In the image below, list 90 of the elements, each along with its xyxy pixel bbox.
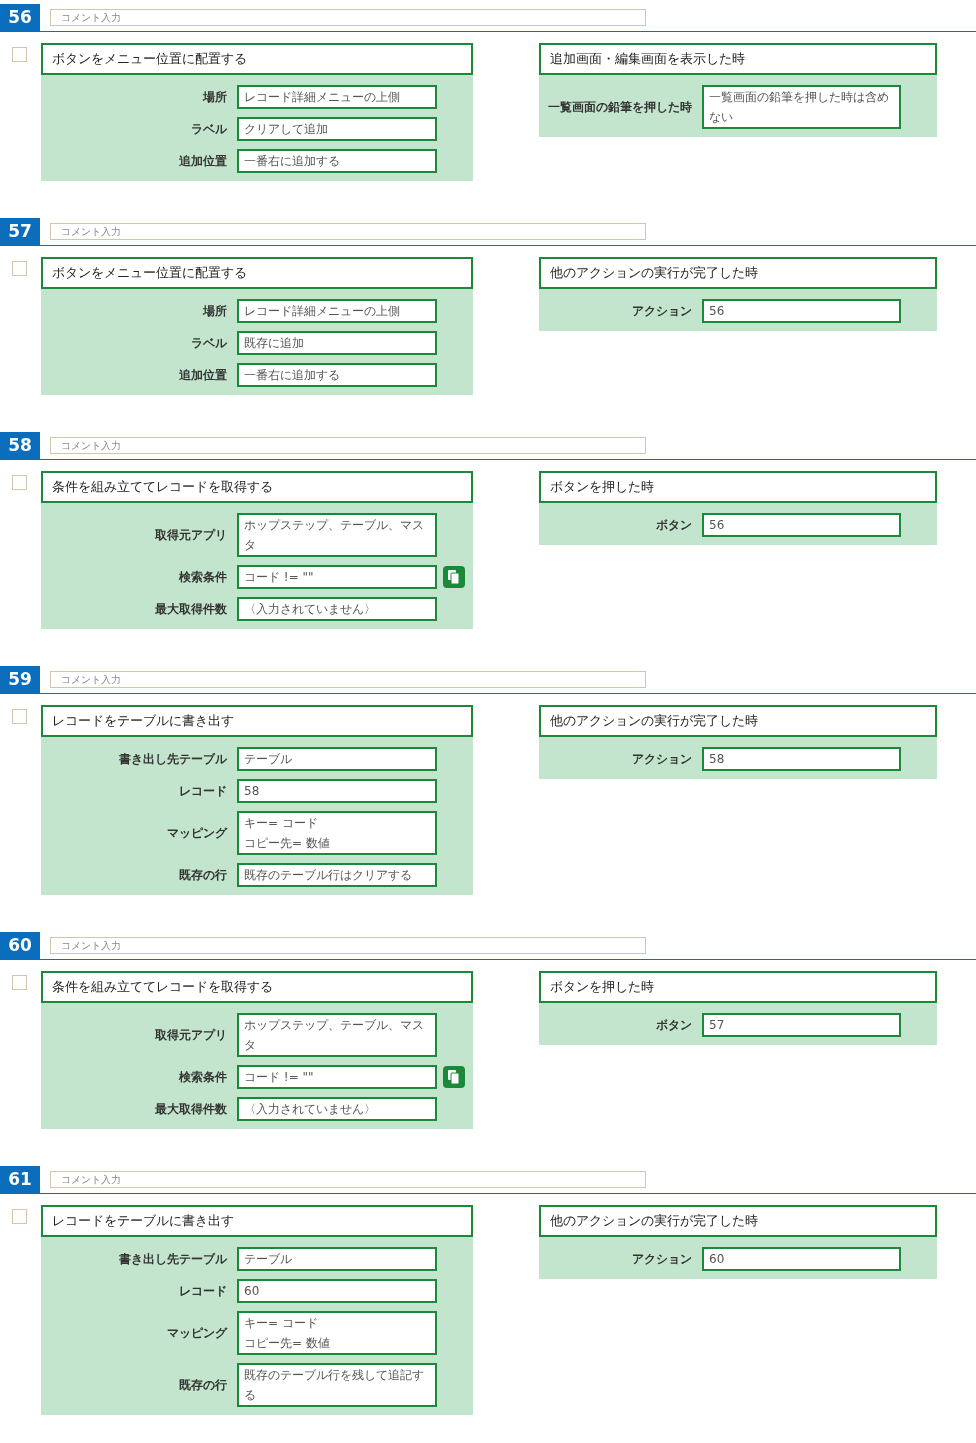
- field-label: 検索条件: [178, 1069, 228, 1086]
- card-title: 他のアクションの実行が完了した時: [539, 705, 937, 737]
- value-field[interactable]: テーブル: [237, 1247, 437, 1271]
- card-title: 他のアクションの実行が完了した時: [539, 1205, 937, 1237]
- step-number: 56: [0, 4, 40, 31]
- value-field[interactable]: キー= コード コピー先= 数値: [237, 1311, 437, 1355]
- field-label: レコード: [178, 783, 228, 800]
- field-line: コピー先= 数値: [244, 1335, 331, 1352]
- card-title: レコードをテーブルに書き出す: [41, 1205, 473, 1237]
- comment-field[interactable]: コメント入力: [50, 937, 646, 954]
- step-number: 57: [0, 218, 40, 245]
- value-field[interactable]: レコード詳細メニューの上側: [237, 299, 437, 323]
- card-title: ボタンを押した時: [539, 471, 937, 503]
- value-field[interactable]: 56: [702, 299, 901, 323]
- value-field[interactable]: 一番右に追加する: [237, 149, 437, 173]
- comment-field[interactable]: コメント入力: [50, 9, 646, 26]
- field-label: レコード: [178, 1283, 228, 1300]
- field-label: ボタン: [655, 1017, 693, 1034]
- card-title: ボタンを押した時: [539, 971, 937, 1003]
- comment-field[interactable]: コメント入力: [50, 223, 646, 240]
- value-field[interactable]: 既存のテーブル行はクリアする: [237, 863, 437, 887]
- field-label: 書き出し先テーブル: [118, 1251, 228, 1268]
- field-label: アクション: [631, 751, 693, 768]
- value-field[interactable]: 58: [702, 747, 901, 771]
- value-field[interactable]: ホップステップ、テーブル、マスタ: [237, 1013, 437, 1057]
- field-label: 場所: [201, 89, 228, 106]
- field-label: アクション: [631, 1251, 693, 1268]
- value-field[interactable]: 一番右に追加する: [237, 363, 437, 387]
- checkbox[interactable]: [12, 261, 27, 276]
- field-label: 取得元アプリ: [154, 1027, 228, 1044]
- value-field[interactable]: テーブル: [237, 747, 437, 771]
- field-label: 既存の行: [178, 1377, 228, 1394]
- comment-field[interactable]: コメント入力: [50, 1171, 646, 1188]
- value-field[interactable]: 一覧画面の鉛筆を押した時は含めない: [702, 85, 901, 129]
- step-number: 61: [0, 1166, 40, 1193]
- value-field[interactable]: 57: [702, 1013, 901, 1037]
- checkbox[interactable]: [12, 1209, 27, 1224]
- field-label: 検索条件: [178, 569, 228, 586]
- field-label: 書き出し先テーブル: [118, 751, 228, 768]
- value-field[interactable]: クリアして追加: [237, 117, 437, 141]
- field-label: 一覧画面の鉛筆を押した時: [547, 99, 693, 116]
- copy-button[interactable]: [443, 566, 465, 588]
- field-label: 既存の行: [178, 867, 228, 884]
- field-label: ボタン: [655, 517, 693, 534]
- field-label: 追加位置: [178, 153, 228, 170]
- value-field[interactable]: 58: [237, 779, 437, 803]
- step-number: 60: [0, 932, 40, 959]
- value-field[interactable]: ホップステップ、テーブル、マスタ: [237, 513, 437, 557]
- step-number: 59: [0, 666, 40, 693]
- field-line: キー= コード: [244, 815, 319, 832]
- field-line: キー= コード: [244, 1315, 319, 1332]
- value-field[interactable]: キー= コード コピー先= 数値: [237, 811, 437, 855]
- card-title: レコードをテーブルに書き出す: [41, 705, 473, 737]
- value-field[interactable]: 既存に追加: [237, 331, 437, 355]
- value-field[interactable]: 56: [702, 513, 901, 537]
- value-field[interactable]: レコード詳細メニューの上側: [237, 85, 437, 109]
- checkbox[interactable]: [12, 475, 27, 490]
- field-label: ラベル: [190, 121, 228, 138]
- field-label: マッピング: [166, 825, 229, 842]
- card-title: 他のアクションの実行が完了した時: [539, 257, 937, 289]
- card-title: 条件を組み立ててレコードを取得する: [41, 971, 473, 1003]
- card-title: ボタンをメニュー位置に配置する: [41, 43, 473, 75]
- comment-field[interactable]: コメント入力: [50, 437, 646, 454]
- field-label: アクション: [631, 303, 693, 320]
- field-label: マッピング: [166, 1325, 229, 1342]
- checkbox[interactable]: [12, 709, 27, 724]
- field-label: 場所: [201, 303, 228, 320]
- comment-field[interactable]: コメント入力: [50, 671, 646, 688]
- field-label: ラベル: [190, 335, 228, 352]
- value-field[interactable]: 〈入力されていません〉: [237, 1097, 437, 1121]
- field-label: 最大取得件数: [154, 1101, 228, 1118]
- value-field[interactable]: 60: [702, 1247, 901, 1271]
- checkbox[interactable]: [12, 975, 27, 990]
- field-label: 取得元アプリ: [154, 527, 228, 544]
- value-field[interactable]: 60: [237, 1279, 437, 1303]
- value-field[interactable]: コード != "": [237, 1065, 437, 1089]
- checkbox[interactable]: [12, 47, 27, 62]
- copy-button[interactable]: [443, 1066, 465, 1088]
- value-field[interactable]: コード != "": [237, 565, 437, 589]
- copy-icon: [448, 1070, 460, 1084]
- field-label: 最大取得件数: [154, 601, 228, 618]
- field-label: 追加位置: [178, 367, 228, 384]
- card-title: ボタンをメニュー位置に配置する: [41, 257, 473, 289]
- card-title: 追加画面・編集画面を表示した時: [539, 43, 937, 75]
- card-title: 条件を組み立ててレコードを取得する: [41, 471, 473, 503]
- field-line: コピー先= 数値: [244, 835, 331, 852]
- copy-icon: [448, 570, 460, 584]
- value-field[interactable]: 〈入力されていません〉: [237, 597, 437, 621]
- value-field[interactable]: 既存のテーブル行を残して追記する: [237, 1363, 437, 1407]
- step-number: 58: [0, 432, 40, 459]
